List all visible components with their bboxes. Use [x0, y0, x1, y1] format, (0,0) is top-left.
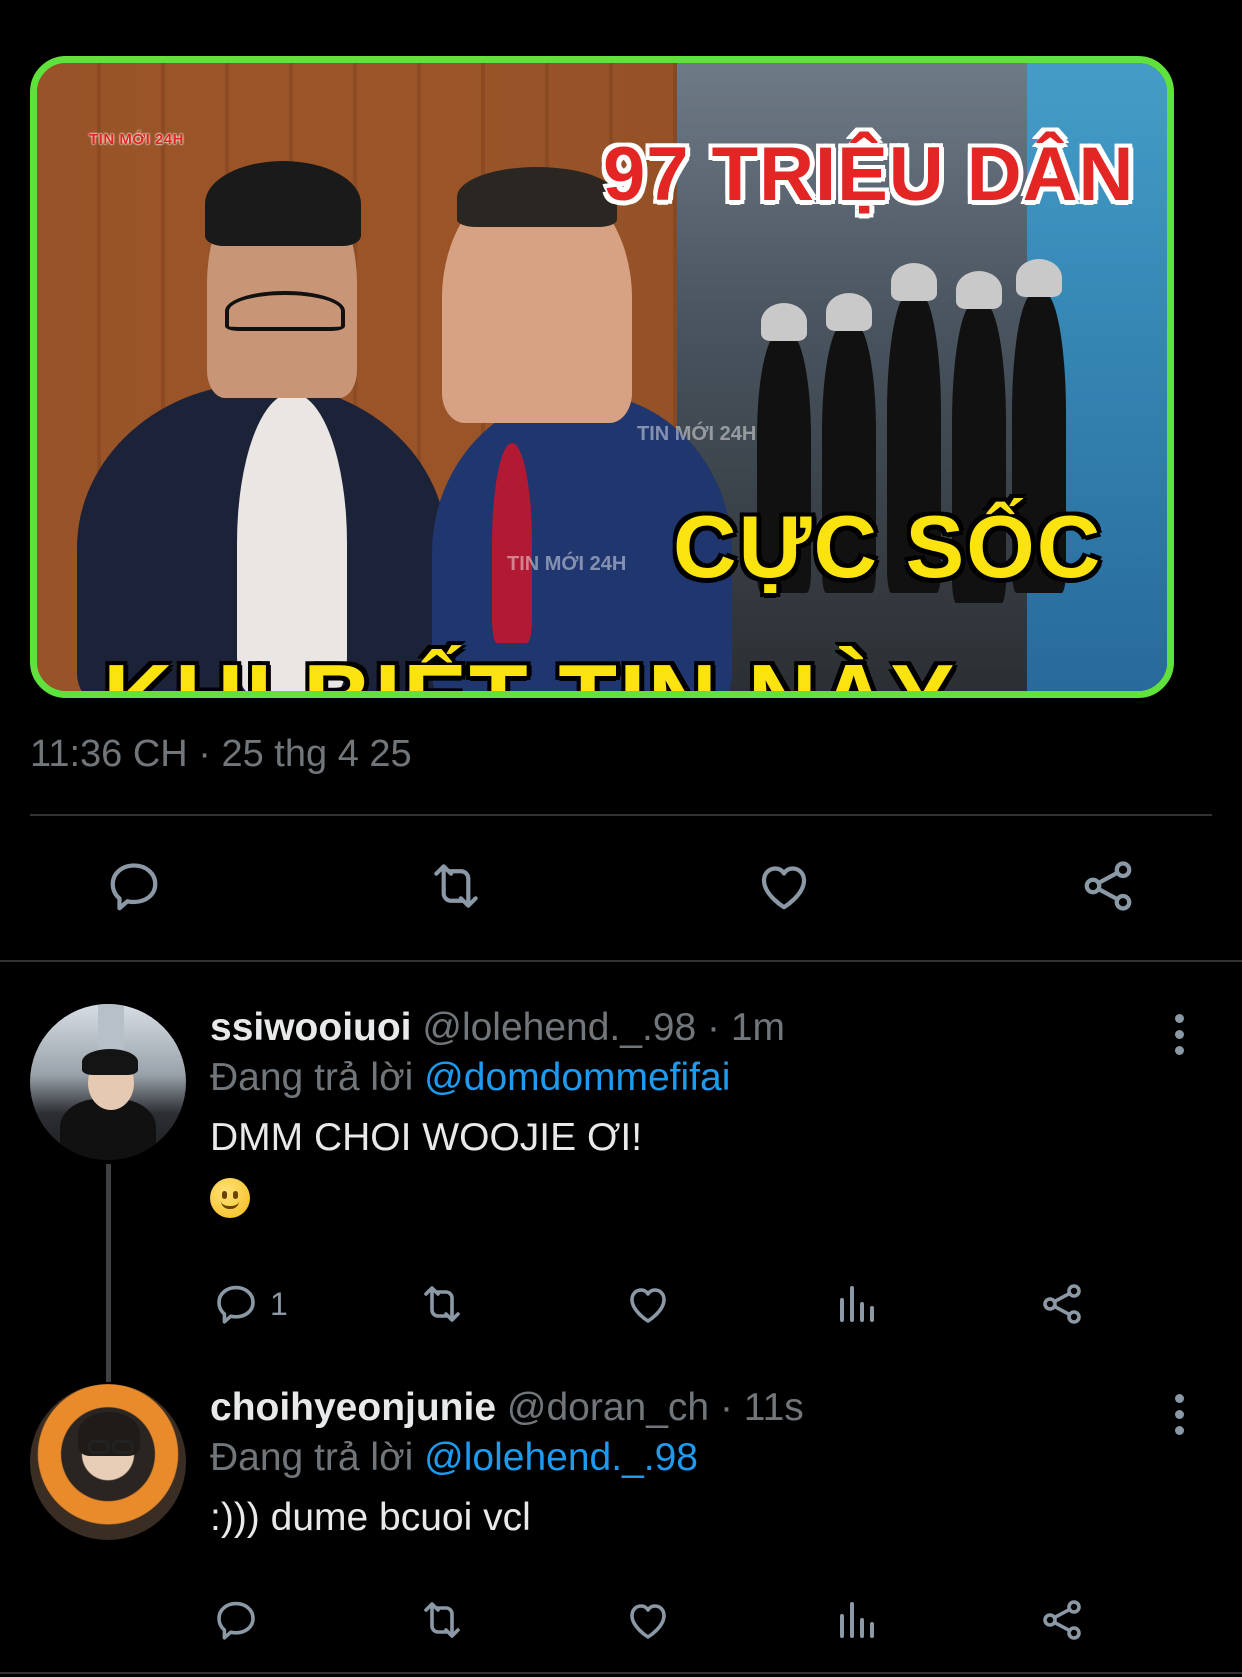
reply-author-name[interactable]: ssiwooiuoi [210, 1006, 412, 1049]
reply-count: 1 [270, 1285, 288, 1322]
more-dot-icon [1174, 1410, 1184, 1419]
more-dot-icon [1174, 1426, 1184, 1435]
reply-author-name[interactable]: choihyeonjunie [210, 1386, 496, 1429]
retweet-button[interactable] [416, 1280, 468, 1328]
analytics-icon [840, 1602, 874, 1638]
replying-to-mention[interactable]: @lolehend._.98 [424, 1436, 698, 1479]
slightly-smiling-face-emoji [210, 1178, 250, 1218]
reply-author-handle[interactable]: @doran_ch [507, 1386, 709, 1429]
reply-icon [217, 1601, 255, 1640]
reply-text: :))) dume bcuoi vcl [210, 1496, 531, 1539]
media-watermark: TIN MỚI 24H [507, 553, 627, 575]
share-button[interactable] [1038, 1596, 1086, 1644]
tweet-actions-bar [0, 848, 1242, 928]
media-person-left-hair [205, 161, 361, 246]
media-person-right-tie [492, 443, 532, 643]
reply-button[interactable] [212, 1596, 260, 1644]
replying-to-label: Đang trả lời [210, 1056, 414, 1099]
share-icon [1043, 1284, 1081, 1324]
replying-to-label: Đang trả lời [210, 1436, 414, 1479]
reply-time[interactable]: 11s [744, 1386, 804, 1429]
retweet-button[interactable] [416, 1596, 468, 1644]
reply-tweet[interactable]: choihyeonjunie @doran_ch · 11s Đang trả … [210, 1386, 804, 1540]
like-icon [761, 866, 807, 910]
views-button[interactable] [832, 1596, 880, 1644]
reply-actions-bar: 1 [0, 1270, 1242, 1350]
more-dot-icon [1174, 1046, 1184, 1055]
retweet-icon [424, 1602, 460, 1638]
separator-dot: · [707, 1006, 721, 1049]
more-options-button[interactable] [1173, 1014, 1185, 1062]
like-icon [630, 1288, 666, 1323]
media-headline-top: 97 TRIỆU DÂN [603, 132, 1135, 217]
like-button[interactable] [754, 856, 814, 916]
share-icon [1043, 1600, 1081, 1640]
media-person-left-glasses [225, 291, 345, 331]
reply-icon [110, 863, 158, 911]
more-dot-icon [1174, 1014, 1184, 1023]
media-badge: TIN MỚI 24H [89, 131, 184, 148]
more-dot-icon [1174, 1394, 1184, 1403]
tweet-timestamp[interactable]: 11:36 CH · 25 thg 4 25 [30, 733, 412, 776]
reply-icon [217, 1285, 255, 1324]
media-headline-mid: CỰC SỐC [673, 497, 1103, 596]
reply-button[interactable] [104, 856, 164, 916]
tweet-media-image[interactable]: TIN MỚI 24H TIN MỚI 24H TIN MỚI 24H 97 T… [30, 56, 1174, 698]
media-person-right-hair [457, 167, 617, 227]
replying-to-mention[interactable]: @domdommefifai [424, 1056, 730, 1099]
more-options-button[interactable] [1173, 1394, 1185, 1442]
retweet-button[interactable] [424, 856, 488, 916]
reply-author-handle[interactable]: @lolehend._.98 [422, 1006, 696, 1049]
share-icon [1084, 861, 1132, 911]
reply-button[interactable]: 1 [212, 1280, 288, 1328]
share-button[interactable] [1078, 856, 1138, 916]
reply-time[interactable]: 1m [731, 1006, 785, 1049]
like-button[interactable] [624, 1596, 672, 1644]
like-icon [630, 1604, 666, 1639]
reply-tweet[interactable]: ssiwooiuoi @lolehend._.98 · 1m Đang trả … [210, 1006, 785, 1223]
separator-dot: · [719, 1386, 733, 1429]
retweet-icon [424, 1286, 460, 1322]
media-headline-bottom: KHI BIẾT TIN NÀY [103, 651, 956, 692]
reply-actions-bar [0, 1588, 1242, 1668]
views-button[interactable] [832, 1280, 880, 1328]
media-watermark: TIN MỚI 24H [637, 423, 757, 445]
avatar[interactable] [30, 1004, 186, 1160]
share-button[interactable] [1038, 1280, 1086, 1328]
like-button[interactable] [624, 1280, 672, 1328]
divider [0, 960, 1242, 962]
divider [30, 814, 1212, 816]
divider [0, 1672, 1242, 1674]
more-dot-icon [1174, 1030, 1184, 1039]
reply-text: DMM CHOI WOOJIE ƠI! [210, 1116, 643, 1159]
avatar[interactable] [30, 1384, 186, 1540]
analytics-icon [840, 1286, 874, 1322]
retweet-icon [434, 864, 478, 908]
